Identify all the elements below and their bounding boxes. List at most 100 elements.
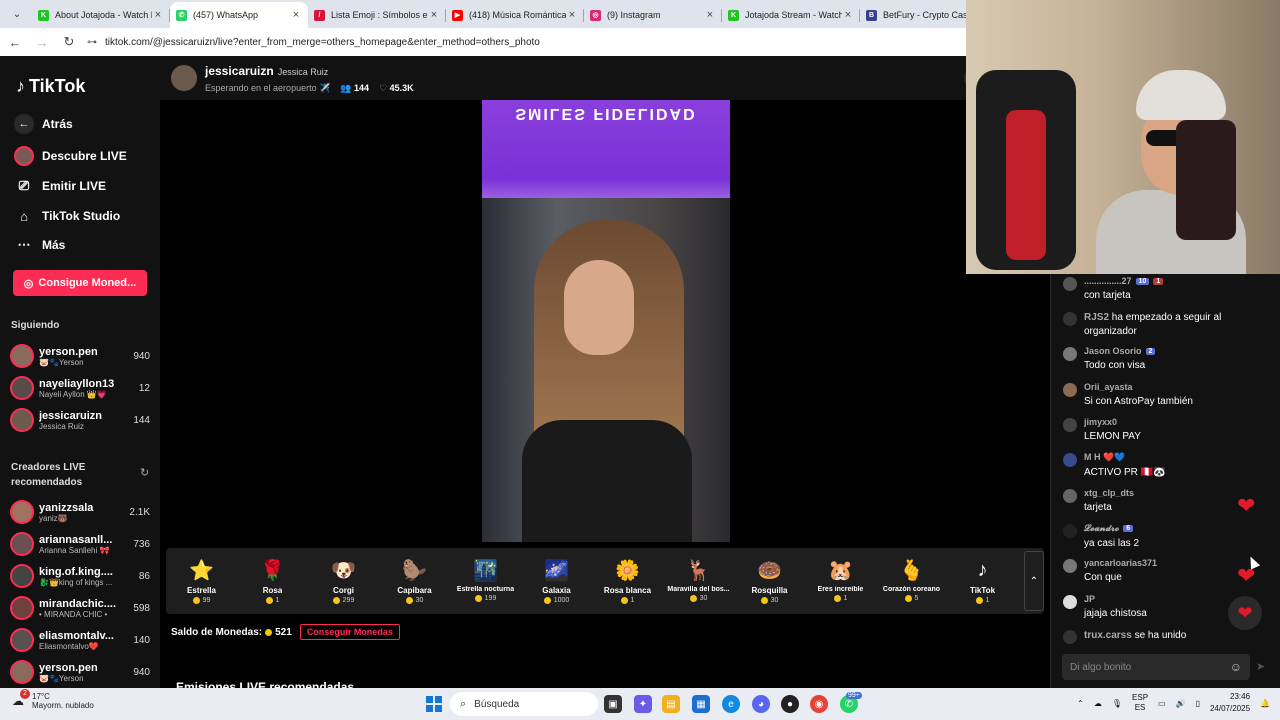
tab-close-icon[interactable]: × (428, 9, 440, 21)
start-windows-icon[interactable] (426, 696, 442, 712)
notifications-bell-icon[interactable]: 🔔 (1260, 699, 1270, 708)
get-coins-link[interactable]: Conseguir Monedas (299, 624, 400, 640)
refresh-icon[interactable]: ↻ (140, 466, 149, 479)
network-icon[interactable]: ▭ (1158, 699, 1166, 708)
emoji-icon[interactable]: ☺ (1230, 660, 1242, 674)
chat-avatar[interactable] (1063, 524, 1077, 538)
gift-item[interactable]: 🍩 Rosquilla 30 (734, 559, 805, 604)
onedrive-icon[interactable]: ☁ (1094, 699, 1102, 708)
copilot-icon[interactable]: ✦ (634, 695, 652, 713)
chat-username[interactable]: trux.carss (1084, 630, 1132, 641)
browser-tab[interactable]: K About Jotajoda - Watch L × (32, 2, 170, 28)
chat-avatar[interactable] (1063, 347, 1077, 361)
following-item[interactable]: yerson.pen 🐷🐾Yerson 940 (10, 341, 150, 371)
chat-input[interactable]: Di algo bonito ☺ (1062, 654, 1250, 680)
reload-icon[interactable]: ↻ (57, 30, 81, 54)
recommended-creator-item[interactable]: mirandachic.... • MIRANDA CHIC • 598 (10, 593, 150, 623)
task-view-icon[interactable]: ▣ (604, 695, 622, 713)
gift-item[interactable]: ⭐ Estrella 99 (166, 559, 237, 604)
tab-close-icon[interactable]: × (842, 9, 854, 21)
gift-item[interactable]: ♪ TikTok 1 (947, 559, 1018, 604)
chat-username[interactable]: xtg_clp_dts (1084, 488, 1134, 498)
edge-icon[interactable]: e (722, 695, 740, 713)
coin-icon (904, 594, 912, 602)
chat-avatar[interactable] (1063, 595, 1077, 609)
gift-item[interactable]: 🌼 Rosa blanca 1 (592, 559, 663, 604)
tab-close-icon[interactable]: × (152, 9, 164, 21)
microphone-icon[interactable]: 🎙 (1112, 699, 1122, 708)
chat-username[interactable]: RJS2 (1084, 312, 1109, 323)
sidebar-item-go-live[interactable]: ⎚ Emitir LIVE (14, 176, 106, 196)
following-item[interactable]: nayeliayllon13 Nayeli Ayllon 👑💗 12 (10, 373, 150, 403)
volume-icon[interactable]: 🔊 (1176, 699, 1186, 708)
recommended-creator-item[interactable]: yanizzsala yaniz🐻 2.1K (10, 497, 150, 527)
browser-tab[interactable]: K Jotajoda Stream - Watch × (722, 2, 860, 28)
chat-username[interactable]: 𝓛𝓮𝓪𝓷𝓭𝓻𝓸 (1084, 523, 1119, 534)
chat-avatar[interactable] (1063, 559, 1077, 573)
back-arrow-icon[interactable]: ← (3, 30, 27, 54)
chat-avatar[interactable] (1063, 277, 1077, 291)
chat-username[interactable]: yancarloarias371 (1084, 558, 1157, 568)
gift-item[interactable]: 🌃 Estrella nocturna 199 (450, 559, 521, 604)
balance-label: Saldo de Monedas: (171, 626, 263, 638)
chat-username[interactable]: ...............27 (1084, 276, 1132, 286)
clock[interactable]: 23:46 24/07/2025 (1210, 691, 1250, 715)
recommended-creator-item[interactable]: yerson.pen 🐷🐾Yerson 940 (10, 657, 150, 687)
browser-tab[interactable]: ◎ (9) Instagram × (584, 2, 722, 28)
expand-gifts-chevron-up-icon[interactable]: ⌃ (1024, 551, 1044, 611)
tab-close-icon[interactable]: × (704, 9, 716, 21)
tiktok-logo[interactable]: ♪ TikTok (16, 76, 85, 97)
sidebar-item-more[interactable]: ⋯ Más (14, 235, 66, 255)
weather-widget[interactable]: ☁ 17°C Mayorm. nublado 2 (10, 689, 94, 710)
tab-search-icon[interactable]: ⌄ (6, 3, 28, 25)
gift-item[interactable]: 🦌 Maravilla del bos... 30 (663, 559, 734, 604)
tray-chevron-icon[interactable]: ⌃ (1077, 699, 1084, 708)
tab-close-icon[interactable]: × (290, 9, 302, 21)
chat-avatar[interactable] (1063, 489, 1077, 503)
forward-arrow-icon[interactable]: → (30, 30, 54, 54)
live-video[interactable]: SMILES FIDELIDAD (482, 100, 730, 542)
send-icon[interactable]: ➤ (1256, 660, 1265, 673)
file-explorer-icon[interactable]: ▤ (662, 695, 680, 713)
chat-avatar[interactable] (1063, 453, 1077, 467)
taskbar-search[interactable]: ⌕ Búsqueda (450, 692, 598, 716)
gift-item[interactable]: 🌹 Rosa 1 (237, 559, 308, 604)
app-icon[interactable]: ● (781, 695, 799, 713)
get-coins-button[interactable]: ◎ Consigue Moned... (13, 270, 147, 296)
following-item[interactable]: jessicaruizn Jessica Ruiz 144 (10, 405, 150, 435)
gift-item[interactable]: 🌌 Galaxia 1000 (521, 559, 592, 604)
streamer-username[interactable]: jessicaruizn (205, 64, 274, 78)
chat-username[interactable]: Orii_ayasta (1084, 382, 1133, 392)
chat-avatar[interactable] (1063, 383, 1077, 397)
chat-username[interactable]: jimyxx0 (1084, 417, 1117, 427)
discord-icon[interactable]: ◕ (752, 695, 770, 713)
chat-avatar[interactable] (1063, 418, 1077, 432)
chat-username[interactable]: Jason Osorio (1084, 346, 1142, 356)
chat-avatar[interactable] (1063, 630, 1077, 644)
sidebar-item-tiktok-studio[interactable]: ⌂ TikTok Studio (14, 206, 120, 226)
recommended-creator-item[interactable]: king.of.king.... 🐉👑king of kings ... 86 (10, 561, 150, 591)
sidebar-item-discover-live[interactable]: Descubre LIVE (14, 146, 127, 166)
browser-tab[interactable]: ▶ (418) Música Romántica I × (446, 2, 584, 28)
store-icon[interactable]: ▦ (692, 695, 710, 713)
creator-nickname: Nayeli Ayllon 👑💗 (39, 389, 107, 399)
browser-tab[interactable]: ✆ (457) WhatsApp × (170, 2, 308, 28)
browser-tab[interactable]: / Lista Emoji : Símbolos em × (308, 2, 446, 28)
gift-item[interactable]: 🦫 Capibara 30 (379, 559, 450, 604)
streamer-avatar[interactable] (171, 65, 197, 91)
gift-item[interactable]: 🫰 Corazón coreano 5 (876, 559, 947, 604)
like-heart-button[interactable]: ❤ (1228, 596, 1262, 630)
back-link[interactable]: ← Atrás (14, 114, 73, 134)
chat-avatar[interactable] (1063, 312, 1077, 326)
chat-username[interactable]: JP (1084, 594, 1095, 604)
language-indicator[interactable]: ESP ES (1132, 693, 1148, 713)
recommended-creator-item[interactable]: eliasmontalv... Eliasmontalvo❤️ 140 (10, 625, 150, 655)
recommended-creator-item[interactable]: ariannasanll... Arianna Sanllehi 🎀 736 (10, 529, 150, 559)
tab-close-icon[interactable]: × (566, 9, 578, 21)
chrome-icon[interactable]: ◉ (810, 695, 828, 713)
gift-item[interactable]: 🐹 Eres increíble 1 (805, 559, 876, 604)
battery-icon[interactable]: ▯ (1196, 699, 1200, 708)
gift-item[interactable]: 🐶 Corgi 299 (308, 559, 379, 604)
site-info-icon[interactable]: ⊶ (87, 37, 101, 48)
chat-username[interactable]: M H ❤️💙 (1084, 452, 1125, 463)
